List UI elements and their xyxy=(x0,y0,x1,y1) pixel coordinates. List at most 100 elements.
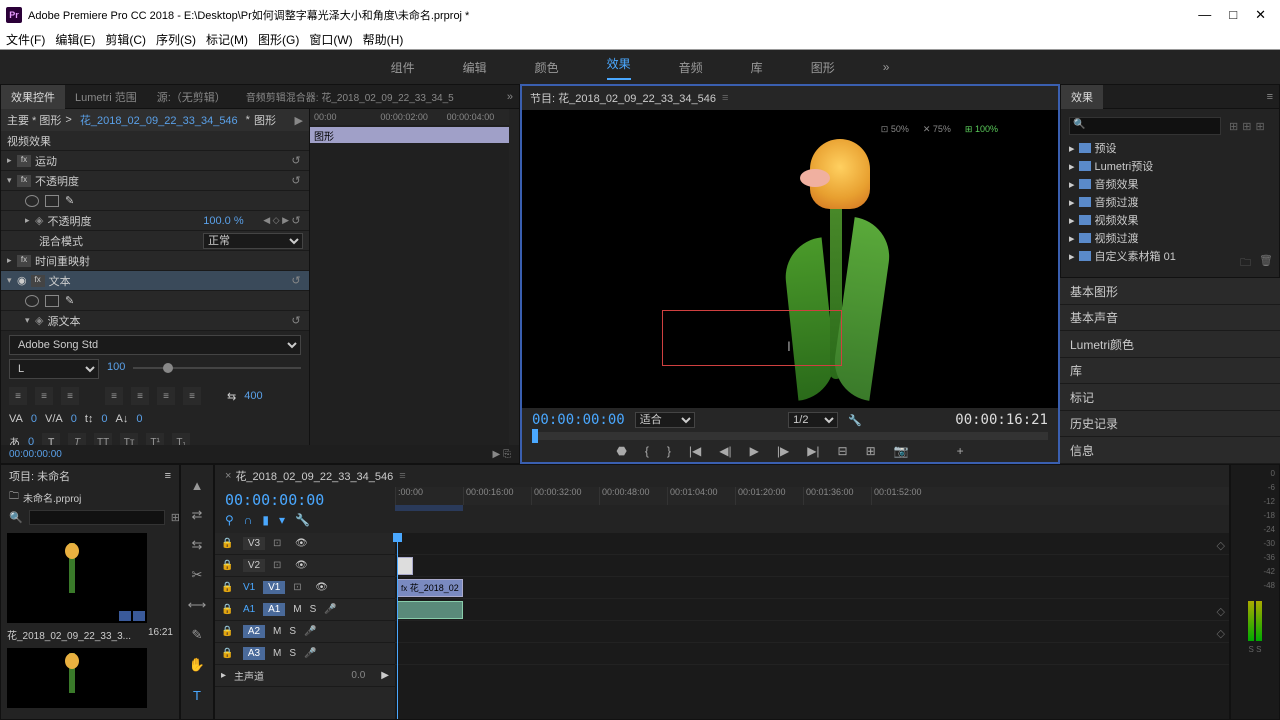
font-select[interactable]: Adobe Song Std xyxy=(9,335,301,355)
track-a3[interactable]: 🔒A3MS🎤 xyxy=(215,643,395,665)
ellipse-mask-icon[interactable] xyxy=(25,295,39,307)
selection-tool-icon[interactable]: ▲ xyxy=(187,475,207,495)
ws-overflow-icon[interactable]: » xyxy=(883,60,890,74)
panel-info[interactable]: 信息 xyxy=(1060,437,1280,464)
justify-icon[interactable]: ≡ xyxy=(183,387,201,405)
fx-node-video-tr[interactable]: ▸视频过渡 xyxy=(1065,229,1275,247)
superscript-icon[interactable]: T¹ xyxy=(146,433,164,445)
subscript-icon[interactable]: T₁ xyxy=(172,433,190,445)
ws-library[interactable]: 库 xyxy=(751,59,763,76)
allcaps-icon[interactable]: TT xyxy=(94,433,112,445)
panel-libraries[interactable]: 库 xyxy=(1060,358,1280,385)
reset-icon[interactable]: ↺ xyxy=(289,154,303,167)
menu-file[interactable]: 文件(F) xyxy=(6,31,45,48)
extract-icon[interactable]: ⊞ xyxy=(866,444,876,458)
tab-effect-controls[interactable]: 效果控件 xyxy=(1,85,65,109)
menu-clip[interactable]: 剪辑(C) xyxy=(105,31,146,48)
tab-source[interactable]: 源:（无剪辑） xyxy=(147,85,236,109)
track-select-tool-icon[interactable]: ⇄ xyxy=(187,505,207,525)
va-value[interactable]: 0 xyxy=(31,413,37,425)
clip-link[interactable]: 花_2018_02_09_22_33_34_546 xyxy=(80,112,238,128)
kerning-value[interactable]: 0 xyxy=(71,413,77,425)
snap-icon[interactable]: ⚲ xyxy=(225,513,234,527)
monitor-scrubber[interactable] xyxy=(532,432,1048,440)
menu-help[interactable]: 帮助(H) xyxy=(363,31,404,48)
panel-markers[interactable]: 标记 xyxy=(1060,384,1280,411)
ripple-tool-icon[interactable]: ⇆ xyxy=(187,535,207,555)
reset-icon[interactable]: ↺ xyxy=(289,214,303,227)
pen-mask-icon[interactable]: ✎ xyxy=(65,194,74,207)
track-master[interactable]: ▸主声道0.0▶ xyxy=(215,665,395,687)
project-search-input[interactable] xyxy=(29,510,165,525)
ellipse-mask-icon[interactable] xyxy=(25,195,39,207)
fx-node-lumetri[interactable]: ▸Lumetri预设 xyxy=(1065,157,1275,175)
play-icon[interactable]: ▶ xyxy=(295,114,303,127)
panel-lumetri-color[interactable]: Lumetri颜色 xyxy=(1060,331,1280,358)
menu-sequence[interactable]: 序列(S) xyxy=(156,31,196,48)
add-marker-icon[interactable]: ▾ xyxy=(279,513,285,527)
rect-mask-icon[interactable] xyxy=(45,195,59,207)
timeline-tc[interactable]: 00:00:00:00 xyxy=(215,487,395,513)
sequence-name[interactable]: 花_2018_02_09_22_33_34_546 xyxy=(235,468,393,484)
monitor-menu-icon[interactable]: ≡ xyxy=(722,92,728,104)
track-a2[interactable]: 🔒A2MS🎤 xyxy=(215,621,395,643)
ws-assembly[interactable]: 组件 xyxy=(391,59,415,76)
linked-sel-icon[interactable]: ∩ xyxy=(244,513,253,527)
ws-color[interactable]: 颜色 xyxy=(535,59,559,76)
delete-icon[interactable]: 🗑 xyxy=(1259,254,1273,273)
panel-menu-icon[interactable]: ≡ xyxy=(165,470,171,482)
play-icon[interactable]: ▶ xyxy=(750,444,759,458)
in-icon[interactable]: { xyxy=(645,444,649,458)
panel-essential-graphics[interactable]: 基本图形 xyxy=(1060,278,1280,305)
monitor-tc-left[interactable]: 00:00:00:00 xyxy=(532,412,625,428)
ws-effects[interactable]: 效果 xyxy=(607,55,631,80)
fx-footer-btns[interactable]: ▶ ⎘ xyxy=(493,449,511,460)
reset-icon[interactable]: ↺ xyxy=(289,274,303,287)
graphics-clip[interactable] xyxy=(397,557,413,575)
menu-edit[interactable]: 编辑(E) xyxy=(55,31,95,48)
filter-icon[interactable]: ⊞ xyxy=(171,511,180,524)
work-area-bar[interactable] xyxy=(395,505,463,511)
panel-history[interactable]: 历史记录 xyxy=(1060,411,1280,438)
step-back-icon[interactable]: ◀| xyxy=(719,444,731,458)
ws-graphics[interactable]: 图形 xyxy=(811,59,835,76)
valign-mid-icon[interactable]: ≡ xyxy=(131,387,149,405)
tracking-value[interactable]: 400 xyxy=(244,390,262,402)
minimize-button[interactable]: — xyxy=(1198,7,1211,23)
fx-node-video-fx[interactable]: ▸视频效果 xyxy=(1065,211,1275,229)
timeline-ruler[interactable]: :00:0000:00:16:0000:00:32:0000:00:48:000… xyxy=(395,487,1229,505)
fx-node-audio-fx[interactable]: ▸音频效果 xyxy=(1065,175,1275,193)
fx-node-presets[interactable]: ▸预设 xyxy=(1065,139,1275,157)
pen-tool-icon[interactable]: ✎ xyxy=(187,625,207,645)
pen-mask-icon[interactable]: ✎ xyxy=(65,294,74,307)
valign-bot-icon[interactable]: ≡ xyxy=(157,387,175,405)
fx-badge-icon[interactable]: ⊞ xyxy=(1255,120,1264,133)
align-left-icon[interactable]: ≡ xyxy=(9,387,27,405)
goto-out-icon[interactable]: ▶| xyxy=(807,444,819,458)
track-v1[interactable]: 🔒V1V1⊡👁 xyxy=(215,577,395,599)
lift-icon[interactable]: ⊟ xyxy=(838,444,848,458)
font-size-value[interactable]: 100 xyxy=(107,361,125,377)
monitor-canvas[interactable]: ⊡ 50% ✕ 75% ⊞ 100% I xyxy=(522,110,1058,408)
marker-icon[interactable]: ▮ xyxy=(262,513,269,527)
add-button-icon[interactable]: + xyxy=(957,444,964,458)
menu-marker[interactable]: 标记(M) xyxy=(206,31,248,48)
new-bin-icon[interactable]: 🗀 xyxy=(1240,254,1251,273)
text-bounding-box[interactable] xyxy=(662,310,842,366)
font-weight-select[interactable]: L xyxy=(9,359,99,379)
marker-icon[interactable]: ⬣ xyxy=(616,444,626,458)
timeline-lanes[interactable]: fx 花_2018_02 ◇ ◇ ◇ xyxy=(395,533,1229,719)
project-thumb[interactable] xyxy=(7,533,147,623)
track-v3[interactable]: 🔒V3⊡👁 xyxy=(215,533,395,555)
fx-text[interactable]: ▾◉fx文本↺ xyxy=(1,271,309,291)
ws-audio[interactable]: 音频 xyxy=(679,59,703,76)
out-icon[interactable]: } xyxy=(667,444,671,458)
export-frame-icon[interactable]: 📷 xyxy=(894,444,909,458)
italic-icon[interactable]: T xyxy=(68,433,86,445)
track-a1[interactable]: 🔒A1A1MS🎤 xyxy=(215,599,395,621)
mini-clip[interactable]: 图形 xyxy=(310,127,509,143)
solo-icon[interactable]: S S xyxy=(1235,645,1275,654)
panel-essential-sound[interactable]: 基本声音 xyxy=(1060,305,1280,332)
opacity-value[interactable]: 100.0 % xyxy=(203,215,263,227)
playhead[interactable] xyxy=(397,533,398,719)
